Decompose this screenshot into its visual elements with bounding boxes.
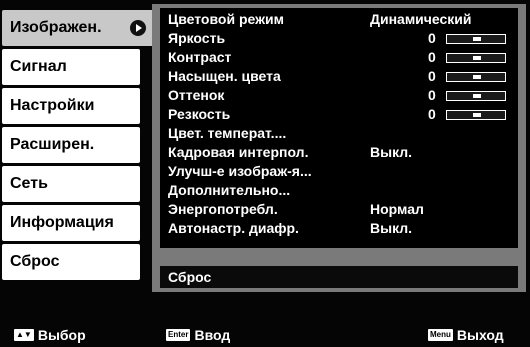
sharpness-slider[interactable] (446, 110, 506, 120)
setting-label: Яркость (168, 30, 226, 46)
setting-number: 0 (428, 87, 436, 103)
row-frame-interpolation[interactable]: Кадровая интерпол. Выкл. (160, 143, 518, 162)
setting-number: 0 (428, 30, 436, 46)
row-sharpness[interactable]: Резкость 0 (160, 105, 518, 124)
reset-button[interactable]: Сброс (160, 266, 518, 288)
menu-screen: Изображен. Сигнал Настройки Расширен. Се… (0, 0, 530, 323)
row-brightness[interactable]: Яркость 0 (160, 29, 518, 48)
setting-value: Выкл. (370, 220, 413, 236)
up-down-key-icon: ▲▼ (14, 329, 34, 341)
projector-osd: Изображен. Сигнал Настройки Расширен. Се… (0, 0, 530, 347)
setting-number: 0 (428, 68, 436, 84)
tab-reset[interactable]: Сброс (2, 244, 140, 280)
row-color-mode[interactable]: Цветовой режим Динамический (160, 10, 518, 29)
row-power-consumption[interactable]: Энергопотребл. Нормал (160, 200, 518, 219)
help-bar: ▲▼ Выбор Enter Ввод Menu Выход (0, 323, 530, 347)
row-saturation[interactable]: Насыщен. цвета 0 (160, 67, 518, 86)
help-exit-label: Выход (456, 327, 504, 343)
setting-label: Цветовой режим (168, 11, 284, 27)
saturation-slider[interactable] (446, 72, 506, 82)
setting-value: Выкл. (370, 144, 413, 160)
brightness-slider[interactable] (446, 34, 506, 44)
tab-settings[interactable]: Настройки (2, 88, 140, 124)
tab-information[interactable]: Информация (2, 205, 140, 241)
tab-extended[interactable]: Расширен. (2, 127, 140, 163)
row-auto-iris[interactable]: Автонастр. диафр. Выкл. (160, 219, 518, 238)
setting-label: Энергопотребл. (168, 201, 278, 217)
tab-label: Настройки (10, 97, 95, 114)
row-color-temp[interactable]: Цвет. температ.... (160, 124, 518, 143)
help-select-label: Выбор (37, 327, 86, 343)
slider-knob[interactable] (473, 75, 481, 79)
menu-key-icon: Menu (428, 329, 453, 341)
setting-value: Нормал (370, 201, 424, 217)
submenu-panel: Цветовой режим Динамический Яркость 0 Ко… (152, 4, 526, 292)
slider-knob[interactable] (473, 113, 481, 117)
tab-signal[interactable]: Сигнал (2, 49, 140, 85)
enter-arrow-icon (130, 20, 146, 36)
contrast-slider[interactable] (446, 53, 506, 63)
reset-label: Сброс (168, 269, 212, 285)
help-exit: Menu Выход (428, 327, 504, 343)
tab-label: Сброс (10, 253, 60, 270)
setting-number: 0 (428, 49, 436, 65)
tab-label: Сеть (10, 175, 48, 192)
row-tint[interactable]: Оттенок 0 (160, 86, 518, 105)
tint-slider[interactable] (446, 91, 506, 101)
slider-knob[interactable] (473, 56, 481, 60)
setting-label: Насыщен. цвета (168, 68, 281, 84)
tab-label: Изображен. (10, 19, 102, 36)
slider-knob[interactable] (473, 94, 481, 98)
setting-label: Автонастр. диафр. (168, 220, 299, 236)
row-advanced[interactable]: Дополнительно... (160, 181, 518, 200)
tab-image[interactable]: Изображен. (2, 10, 154, 46)
row-image-enhancement[interactable]: Улучш-е изображ-я... (160, 162, 518, 181)
help-select: ▲▼ Выбор (14, 327, 86, 343)
setting-value: Динамический (370, 11, 472, 27)
slider-knob[interactable] (473, 37, 481, 41)
setting-label: Контраст (168, 49, 232, 65)
setting-label: Улучш-е изображ-я... (168, 163, 312, 179)
tab-label: Расширен. (10, 136, 95, 153)
tab-label: Сигнал (10, 58, 67, 75)
row-contrast[interactable]: Контраст 0 (160, 48, 518, 67)
help-enter-label: Ввод (194, 327, 231, 343)
setting-label: Кадровая интерпол. (168, 144, 309, 160)
enter-key-icon: Enter (166, 329, 191, 341)
setting-label: Цвет. температ.... (168, 125, 287, 141)
setting-label: Оттенок (168, 87, 225, 103)
tab-network[interactable]: Сеть (2, 166, 140, 202)
tab-list: Изображен. Сигнал Настройки Расширен. Се… (0, 0, 160, 323)
settings-list: Цветовой режим Динамический Яркость 0 Ко… (160, 8, 518, 248)
setting-label: Дополнительно... (168, 182, 291, 198)
tab-label: Информация (10, 214, 114, 231)
setting-label: Резкость (168, 106, 231, 122)
help-enter: Enter Ввод (166, 327, 230, 343)
setting-number: 0 (428, 106, 436, 122)
